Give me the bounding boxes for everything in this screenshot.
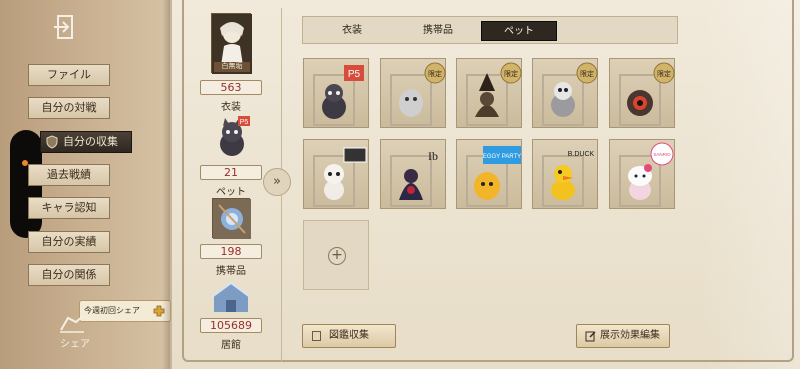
puzzle-reward-icon xyxy=(153,305,165,317)
nav-item-my-matches[interactable]: 自分の対戦 xyxy=(28,97,110,119)
share-icon[interactable] xyxy=(58,312,86,334)
costume-badge: 白無垢 xyxy=(221,62,243,70)
display-edit-button[interactable]: 展示効果編集 xyxy=(576,324,670,348)
limited-tag: 限定 xyxy=(580,69,594,78)
limited-tag: 限定 xyxy=(657,69,671,78)
residence-house-icon xyxy=(211,281,251,312)
pet-card-6[interactable] xyxy=(303,139,369,209)
limited-tag: 限定 xyxy=(504,69,518,78)
costume-label: 衣装 xyxy=(221,102,241,113)
nav-item-my-collection[interactable]: 自分の収集 xyxy=(40,131,132,153)
nav-item-my-collection-label: 自分の収集 xyxy=(63,135,118,148)
pet-collab-badge: P5 xyxy=(240,119,249,126)
pet-card-10[interactable]: SANRIO xyxy=(609,139,675,209)
pet-label: ペット xyxy=(216,187,246,198)
pet-thumbnail[interactable]: P5 xyxy=(210,112,254,160)
share-tooltip-text: 今週初回シェア xyxy=(84,306,140,315)
accessory-item-icon xyxy=(213,199,251,239)
pet-kitty-icon: SANRIO xyxy=(619,142,674,207)
pet-egg-icon: EGGY PARTY xyxy=(466,146,521,207)
plus-icon: + xyxy=(328,247,346,265)
pet-skeleton-icon: 限定 xyxy=(542,62,598,126)
tab-accessory[interactable]: 携帯品 xyxy=(395,21,481,41)
pet-card-2[interactable]: 限定 xyxy=(380,58,446,128)
pet-card-9[interactable]: B.DUCK xyxy=(532,139,598,209)
ib-collab-label: Ib xyxy=(428,149,438,163)
pet-card-7[interactable]: Ib xyxy=(380,139,446,209)
pet-card-5[interactable]: 限定 xyxy=(609,58,675,128)
share-label: シェア xyxy=(60,339,90,350)
catalog-button-label: 図鑑収集 xyxy=(329,330,369,341)
collection-tabs: 衣装 携帯品 ペット xyxy=(302,16,678,44)
pet-witch-cat-icon: 限定 xyxy=(466,62,522,126)
eggy-collab-label: EGGY PARTY xyxy=(483,154,521,160)
pet-ghost-dog-icon: 限定 xyxy=(390,62,446,126)
residence-label: 居館 xyxy=(221,340,241,351)
left-sidebar: ファイル 自分の対戦 自分の収集 過去戦績 キャラ認知 自分の実績 自分の関係 … xyxy=(0,0,171,369)
pet-card-4[interactable]: 限定 xyxy=(532,58,598,128)
exit-icon[interactable] xyxy=(52,12,82,42)
catalog-button[interactable]: 図鑑収集 xyxy=(302,324,396,348)
svg-text:P5: P5 xyxy=(348,69,361,80)
pet-card-8[interactable]: EGGY PARTY xyxy=(456,139,522,209)
pet-white-doll-icon xyxy=(313,147,367,207)
nav-item-my-achievements[interactable]: 自分の実績 xyxy=(28,231,110,253)
costume-count: 563 xyxy=(200,80,262,95)
tab-pet[interactable]: ペット xyxy=(481,21,557,41)
costume-thumbnail[interactable]: 白無垢 xyxy=(211,13,252,74)
nav-item-character-recognition[interactable]: キャラ認知 xyxy=(28,197,110,219)
pet-card-3[interactable]: 限定 xyxy=(456,58,522,128)
sanrio-collab-label: SANRIO xyxy=(653,152,671,157)
shield-icon xyxy=(46,135,58,149)
residence-thumbnail[interactable] xyxy=(210,280,252,316)
pet-cat-persona-icon: P5 xyxy=(313,65,364,126)
accessory-thumbnail[interactable] xyxy=(212,198,251,239)
pet-card-1[interactable]: P5 xyxy=(303,58,369,128)
pet-duck-icon: B.DUCK xyxy=(542,151,595,207)
limited-tag: 限定 xyxy=(428,69,442,78)
expand-panel-button[interactable]: » xyxy=(263,168,291,196)
add-pet-slot[interactable]: + xyxy=(303,220,369,290)
nav-item-past-records[interactable]: 過去戦績 xyxy=(28,164,110,186)
bduck-collab-label: B.DUCK xyxy=(568,151,595,158)
pet-eyeball-icon: 限定 xyxy=(619,62,675,126)
pet-count: 21 xyxy=(200,165,262,180)
accessory-count: 198 xyxy=(200,244,262,259)
pet-ib-doll-icon: Ib xyxy=(390,149,438,207)
pet-cat-icon: P5 xyxy=(220,116,250,156)
display-edit-button-label: 展示効果編集 xyxy=(600,330,660,341)
nav-item-my-relations[interactable]: 自分の関係 xyxy=(28,264,110,286)
tab-costume[interactable]: 衣装 xyxy=(309,21,395,41)
residence-count: 105689 xyxy=(200,318,262,333)
nav-item-file[interactable]: ファイル xyxy=(28,64,110,86)
accessory-label: 携帯品 xyxy=(216,266,246,277)
share-tooltip: 今週初回シェア xyxy=(79,300,171,322)
